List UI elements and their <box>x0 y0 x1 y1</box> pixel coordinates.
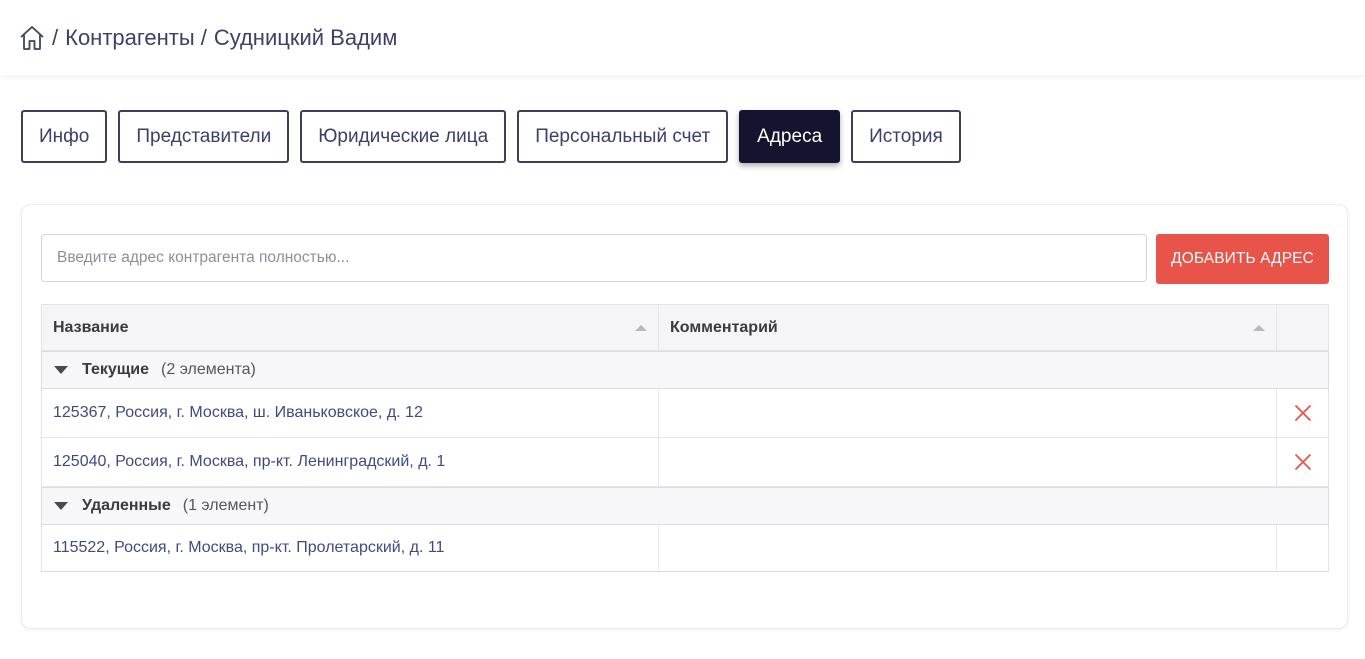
caret-down-icon <box>53 365 69 375</box>
row-actions-cell <box>1277 525 1328 571</box>
address-name-cell[interactable]: 125367, Россия, г. Москва, ш. Иваньковск… <box>42 389 659 437</box>
addresses-table: Название Комментарий Текущие (2 элемента… <box>41 304 1329 572</box>
tab-info[interactable]: Инфо <box>21 110 108 163</box>
close-icon[interactable] <box>1293 452 1313 472</box>
column-header-comment-label: Комментарий <box>670 318 778 336</box>
breadcrumb-current: Судницкий Вадим <box>213 24 398 50</box>
tab-addresses[interactable]: Адреса <box>739 110 841 163</box>
group-count: (2 элемента) <box>161 361 256 378</box>
sort-asc-icon <box>1252 323 1266 333</box>
top-bar: / Контрагенты / Судницкий Вадим <box>0 0 1365 75</box>
close-icon[interactable] <box>1293 403 1313 423</box>
tab-personal-account[interactable]: Персональный счет <box>517 110 729 163</box>
sort-asc-icon <box>634 323 648 333</box>
address-comment-cell <box>659 389 1277 437</box>
addresses-panel: ДОБАВИТЬ АДРЕС Название Комментарий Теку… <box>21 204 1348 629</box>
column-header-name-label: Название <box>53 318 129 336</box>
row-actions-cell <box>1277 389 1328 437</box>
address-name-cell[interactable]: 115522, Россия, г. Москва, пр-кт. Пролет… <box>42 525 659 571</box>
group-count: (1 элемент) <box>182 497 269 514</box>
tab-history[interactable]: История <box>851 110 961 163</box>
table-header: Название Комментарий <box>42 305 1328 351</box>
column-header-name[interactable]: Название <box>42 305 659 350</box>
group-title: Удаленные <box>82 497 171 514</box>
add-address-button[interactable]: ДОБАВИТЬ АДРЕС <box>1156 234 1329 284</box>
group-row-deleted[interactable]: Удаленные (1 элемент) <box>41 487 1329 525</box>
tab-representatives[interactable]: Представители <box>118 110 290 163</box>
tab-legal-entities[interactable]: Юридические лица <box>300 110 507 163</box>
breadcrumb-counterparties-link[interactable]: Контрагенты <box>65 25 195 51</box>
table-row: 115522, Россия, г. Москва, пр-кт. Пролет… <box>42 525 1328 571</box>
column-header-comment[interactable]: Комментарий <box>659 305 1277 350</box>
row-actions-cell <box>1277 438 1328 486</box>
breadcrumb-separator: / <box>52 24 59 50</box>
breadcrumb: / Контрагенты / Судницкий Вадим <box>46 25 397 51</box>
caret-down-icon <box>53 501 69 511</box>
breadcrumb-separator: / <box>200 24 207 50</box>
table-row: 125367, Россия, г. Москва, ш. Иваньковск… <box>42 389 1328 438</box>
table-row: 125040, Россия, г. Москва, пр-кт. Ленинг… <box>42 438 1328 487</box>
tab-bar: Инфо Представители Юридические лица Перс… <box>21 110 961 163</box>
address-comment-cell <box>659 438 1277 486</box>
home-icon[interactable] <box>18 24 46 52</box>
group-title: Текущие <box>82 361 150 378</box>
column-header-actions <box>1277 305 1328 350</box>
address-input[interactable] <box>41 234 1147 282</box>
group-row-current[interactable]: Текущие (2 элемента) <box>41 351 1329 389</box>
address-name-cell[interactable]: 125040, Россия, г. Москва, пр-кт. Ленинг… <box>42 438 659 486</box>
address-comment-cell <box>659 525 1277 571</box>
